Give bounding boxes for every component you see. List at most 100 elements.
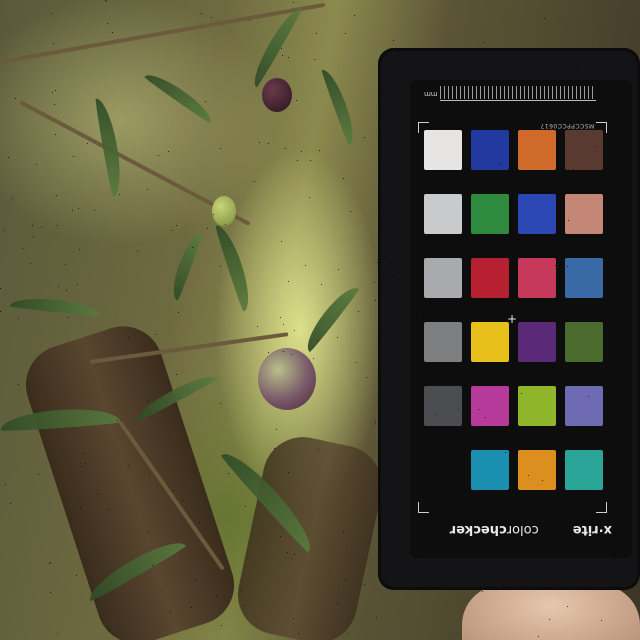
noise-speck [567, 606, 568, 607]
noise-speck [221, 625, 222, 626]
noise-speck [403, 237, 404, 238]
noise-speck [285, 148, 286, 149]
ruler-unit-label: mm [424, 90, 438, 98]
product-name-bold: checker [449, 522, 507, 538]
noise-speck [50, 562, 51, 563]
noise-speck [81, 466, 82, 467]
noise-speck [301, 151, 302, 152]
noise-speck [8, 157, 9, 158]
noise-speck [503, 585, 504, 586]
noise-speck [147, 401, 148, 402]
noise-speck [55, 134, 56, 135]
color-patch [471, 130, 509, 170]
noise-speck [383, 253, 384, 254]
noise-speck [298, 633, 299, 634]
noise-speck [155, 334, 156, 335]
noise-speck [52, 92, 53, 93]
noise-speck [257, 326, 258, 327]
noise-speck [482, 591, 483, 592]
noise-speck [288, 472, 289, 473]
color-patch [424, 130, 462, 170]
noise-speck [564, 461, 565, 462]
color-patch [424, 194, 462, 234]
noise-speck [345, 579, 346, 580]
noise-speck [531, 114, 532, 115]
noise-speck [171, 230, 172, 231]
ruler-ticks [440, 86, 596, 108]
noise-speck [406, 530, 407, 531]
noise-speck [544, 18, 545, 19]
noise-speck [15, 98, 16, 99]
noise-speck [458, 409, 459, 410]
noise-speck [292, 558, 293, 559]
noise-speck [56, 195, 57, 196]
noise-speck [568, 220, 569, 221]
noise-speck [593, 550, 594, 551]
color-patch [471, 386, 509, 426]
noise-speck [485, 417, 486, 418]
color-patch [471, 322, 509, 362]
noise-speck [316, 33, 317, 34]
noise-speck [542, 480, 543, 481]
noise-speck [225, 224, 226, 225]
noise-speck [228, 473, 229, 474]
noise-speck [12, 198, 13, 199]
noise-speck [106, 1, 107, 2]
noise-speck [438, 471, 439, 472]
noise-speck [241, 590, 242, 591]
noise-speck [10, 503, 11, 504]
noise-speck [539, 93, 540, 94]
noise-speck [478, 409, 479, 410]
noise-speck [435, 414, 436, 415]
noise-speck [109, 630, 110, 631]
noise-speck [484, 42, 485, 43]
noise-speck [549, 619, 550, 620]
noise-speck [192, 247, 193, 248]
noise-speck [158, 155, 159, 156]
noise-speck [281, 48, 282, 49]
noise-speck [176, 225, 177, 226]
noise-speck [258, 69, 259, 70]
noise-speck [249, 20, 250, 21]
noise-speck [276, 429, 277, 430]
noise-speck [430, 101, 431, 102]
noise-speck [38, 474, 39, 475]
noise-speck [268, 352, 269, 353]
noise-speck [283, 324, 284, 325]
noise-speck [36, 164, 37, 165]
noise-speck [567, 266, 568, 267]
noise-speck [421, 98, 422, 99]
noise-speck [4, 230, 5, 231]
noise-speck [433, 107, 434, 108]
noise-speck [343, 531, 344, 532]
noise-speck [297, 160, 298, 161]
noise-speck [417, 250, 418, 251]
noise-speck [622, 355, 623, 356]
noise-speck [55, 90, 56, 91]
serial-number: MSCCPPCC0617 [540, 122, 595, 129]
noise-speck [58, 286, 59, 287]
color-patch [471, 194, 509, 234]
noise-speck [80, 507, 81, 508]
noise-speck [338, 269, 339, 270]
noise-speck [280, 536, 281, 537]
noise-speck [77, 284, 78, 285]
noise-speck [463, 204, 464, 205]
noise-speck [429, 179, 430, 180]
noise-speck [500, 163, 501, 164]
noise-speck [321, 284, 322, 285]
noise-speck [107, 23, 108, 24]
noise-speck [68, 317, 69, 318]
noise-speck [281, 241, 282, 242]
noise-speck [513, 263, 514, 264]
noise-speck [72, 210, 73, 211]
noise-speck [149, 473, 150, 474]
noise-speck [505, 87, 506, 88]
noise-speck [314, 59, 315, 60]
noise-speck [220, 266, 221, 267]
noise-speck [79, 249, 80, 250]
noise-speck [614, 329, 615, 330]
noise-speck [220, 148, 221, 149]
noise-speck [57, 225, 58, 226]
noise-speck [375, 422, 376, 423]
